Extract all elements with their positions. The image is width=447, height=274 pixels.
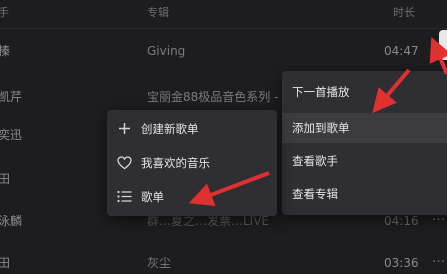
singer-cell[interactable]: 田: [0, 255, 10, 271]
music-app-window: 手 专辑 时长 榛 Giving 04:47 凯芹 宝丽金88极品音色系列 - …: [0, 0, 447, 274]
singer-cell[interactable]: 田: [0, 171, 10, 187]
singer-cell[interactable]: 榛: [0, 43, 10, 59]
duration-cell: 04:47: [384, 44, 419, 58]
song-row[interactable]: 榛 Giving 04:47: [0, 33, 447, 69]
singer-cell[interactable]: 奕迅: [0, 127, 22, 143]
menu-item-play-next[interactable]: 下一首播放: [282, 77, 447, 107]
album-cell[interactable]: Giving: [147, 43, 185, 59]
more-button[interactable]: [439, 30, 447, 60]
singer-cell[interactable]: 泳麟: [0, 213, 22, 229]
heart-icon: [117, 156, 132, 170]
menu-item-add-to-playlist[interactable]: 添加到歌单: [282, 113, 447, 143]
song-row[interactable]: 田 灰尘 03:36 …: [0, 245, 447, 274]
menu-item-label: 我喜欢的音乐: [141, 156, 210, 170]
song-list-header: 手 专辑 时长: [0, 0, 447, 29]
menu-item-label: 查看歌手: [292, 154, 338, 168]
duration-cell: 03:36: [384, 256, 419, 270]
context-menu: 下一首播放 添加到歌单 查看歌手 查看专辑: [282, 71, 447, 215]
menu-item-label: 查看专辑: [292, 187, 338, 201]
album-cell[interactable]: 宝丽金88极品音色系列 - ...: [147, 89, 294, 105]
menu-item-label: 歌单: [141, 190, 164, 204]
singer-column-header[interactable]: 手: [0, 6, 9, 20]
menu-item-view-artist[interactable]: 查看歌手: [282, 146, 447, 176]
more-icon[interactable]: …: [432, 251, 445, 267]
menu-item-view-album[interactable]: 查看专辑: [282, 179, 447, 209]
menu-item-create-playlist[interactable]: 创建新歌单: [107, 114, 277, 144]
duration-column-header[interactable]: 时长: [393, 6, 415, 20]
menu-item-label: 添加到歌单: [292, 121, 350, 135]
menu-item-liked-music[interactable]: 我喜欢的音乐: [107, 148, 277, 178]
menu-item-label: 下一首播放: [292, 85, 350, 99]
plus-icon: [119, 123, 130, 134]
album-cell[interactable]: 灰尘: [147, 255, 171, 271]
playlist-submenu: 创建新歌单 我喜欢的音乐 歌单: [107, 110, 277, 216]
menu-item-label: 创建新歌单: [141, 122, 199, 136]
album-column-header[interactable]: 专辑: [147, 6, 169, 20]
list-icon: [117, 190, 132, 203]
duration-cell: 04:16: [384, 214, 419, 228]
singer-cell[interactable]: 凯芹: [0, 89, 22, 105]
menu-item-playlists[interactable]: 歌单: [107, 182, 277, 212]
